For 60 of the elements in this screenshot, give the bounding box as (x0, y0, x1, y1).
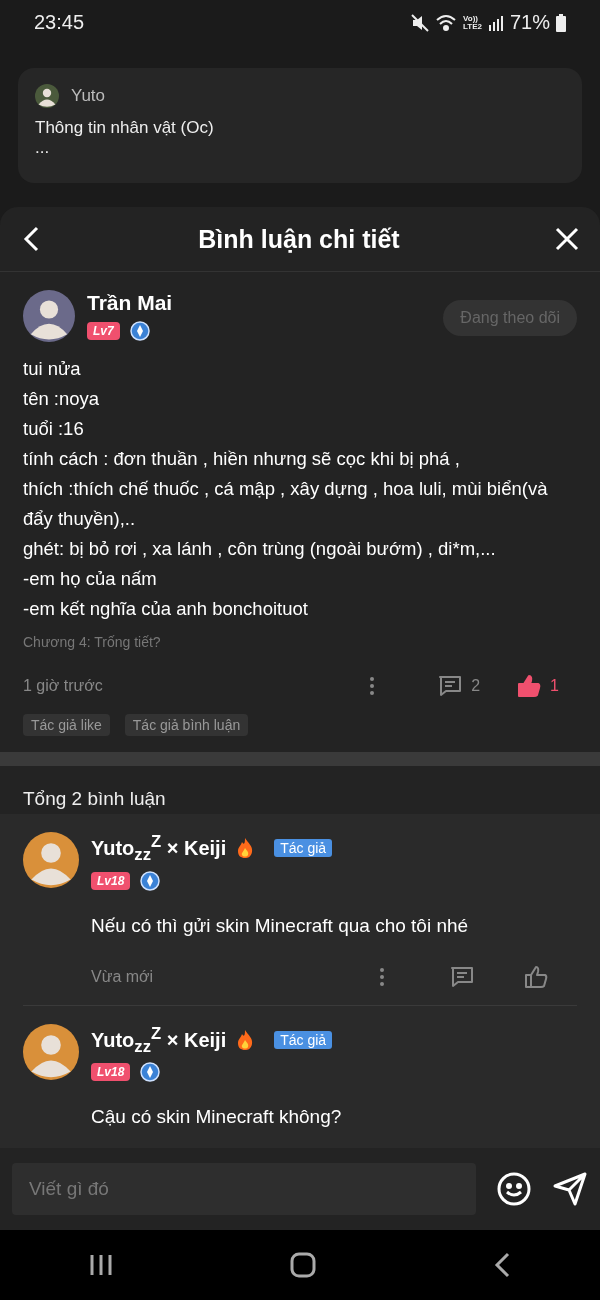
author-badge: Tác giả (274, 839, 333, 858)
like-count: 1 (550, 677, 559, 695)
comment-line: -em kết nghĩa của anh bonchoituot (23, 597, 309, 621)
sheet-title: Bình luận chi tiết (198, 224, 400, 254)
thumbs-up-icon[interactable] (523, 964, 549, 989)
comment-icon[interactable] (437, 674, 464, 698)
reply-count: 2 (471, 677, 481, 695)
home-button[interactable] (290, 1252, 316, 1278)
comment-input[interactable]: Viết gì đó (12, 1163, 476, 1215)
post-author: Yuto (71, 86, 106, 106)
battery-percent: 71% (509, 11, 550, 34)
shield-badge-icon (140, 870, 161, 891)
thumbs-up-icon[interactable] (516, 674, 543, 698)
comment-line: tính cách : đơn thuần , hiền nhưng sẽ cọc khi bị phá , (23, 447, 461, 471)
reply-time: Vừa mới (91, 967, 155, 986)
author-name[interactable]: Trần Mai (87, 291, 173, 315)
wifi-icon (435, 13, 457, 32)
comment-line: tuổi :16 (23, 417, 85, 441)
reply-author[interactable]: Yuto$_{zz}$$^{Z}$ × Keiji (91, 832, 227, 865)
avatar (35, 84, 59, 108)
comment-line: -em họ của nấm (23, 567, 158, 591)
reply-text: Nếu có thì gửi skin Minecraft qua cho tôi nhé (91, 914, 470, 937)
battery-icon (556, 13, 566, 32)
signal-icon (487, 14, 504, 31)
chapter-link[interactable]: Chương 4: Trống tiết? (23, 634, 577, 650)
level-badge: Lv18 (91, 871, 131, 890)
shield-badge-icon (129, 321, 150, 341)
comment-line: thích :thích chế thuốc , cá mập , xây dựng , hoa luli, mùi biển(và đẩy thuyền),.. (23, 477, 549, 531)
comment-line: tên :noya (23, 387, 101, 411)
avatar (23, 832, 79, 888)
mute-icon (411, 13, 429, 32)
shield-badge-icon (140, 1062, 161, 1083)
avatar (23, 290, 75, 342)
network-label: Vo)) LTE2 (463, 14, 482, 31)
replies-count: Tổng 2 bình luận (22, 787, 167, 811)
back-nav-button[interactable] (493, 1252, 512, 1278)
reply-text: Cậu có skin Minecraft không? (91, 1106, 343, 1129)
more-icon[interactable] (369, 676, 376, 696)
post-card[interactable]: Yuto Thông tin nhân vật (Oc) ... (18, 68, 582, 183)
author-tag: Tác giả bình luận (124, 714, 249, 736)
send-button[interactable] (552, 1171, 588, 1207)
level-badge: Lv7 (87, 322, 120, 340)
avatar (23, 1023, 79, 1080)
recent-apps-button[interactable] (88, 1253, 113, 1277)
comment-line: ghét: bị bỏ rơi , xa lánh , côn trùng (ngoài bướm) , di*m,... (23, 537, 497, 561)
post-title: Thông tin nhân vật (Oc) (35, 118, 215, 138)
level-badge: Lv18 (91, 1063, 131, 1082)
comment-icon[interactable] (449, 964, 475, 989)
status-time: 23:45 (34, 11, 85, 34)
reply-author[interactable]: Yuto$_{zz}$$^{Z}$ × Keiji (91, 1023, 227, 1057)
close-button[interactable] (554, 226, 580, 252)
fire-icon (236, 1029, 255, 1051)
post-excerpt: ... (35, 138, 51, 158)
emoji-button[interactable] (496, 1171, 532, 1207)
more-icon[interactable] (379, 966, 385, 987)
comment-time: 1 giờ trước (23, 677, 104, 695)
author-tag: Tác giả like (23, 714, 110, 736)
fire-icon (236, 837, 255, 860)
comment-line: tui nửa (23, 357, 82, 381)
author-badge: Tác giả (274, 1031, 333, 1049)
